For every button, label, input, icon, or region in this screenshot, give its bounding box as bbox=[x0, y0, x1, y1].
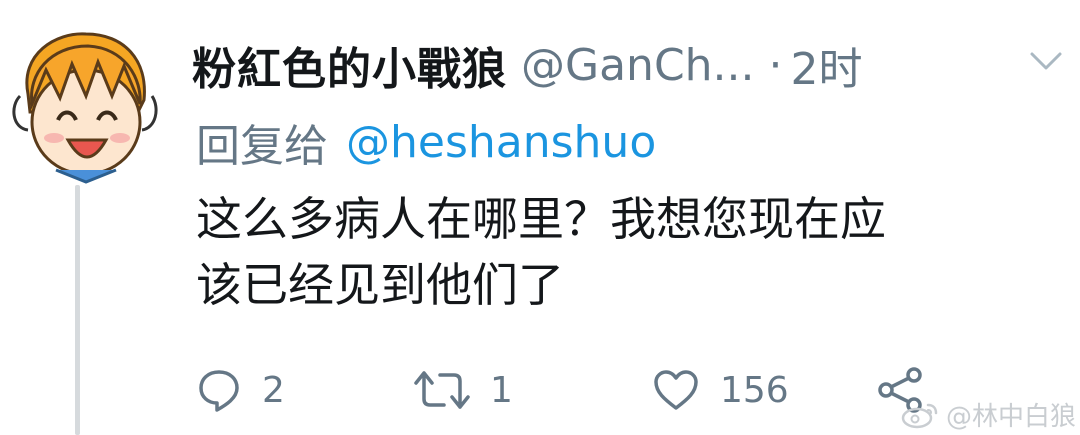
watermark-text: @林中白狼 bbox=[946, 401, 1077, 432]
watermark: @林中白狼 bbox=[900, 396, 1076, 432]
tweet-header: 粉紅色的小戰狼 @GanCh... · 2时 bbox=[192, 30, 1072, 100]
comment-icon bbox=[199, 370, 239, 412]
tweet-text: 这么多病人在哪里？我想您现在应 该已经见到他们了 bbox=[196, 192, 886, 312]
thread-line bbox=[75, 185, 80, 435]
reply-to-user-link[interactable]: @heshanshuo bbox=[346, 117, 656, 168]
like-button[interactable]: 156 bbox=[652, 360, 789, 420]
chevron-down-icon[interactable] bbox=[1026, 46, 1066, 76]
heart-icon bbox=[654, 370, 698, 410]
retweet-icon bbox=[414, 371, 470, 409]
retweet-button[interactable]: 1 bbox=[414, 360, 513, 420]
tweet-actions: 2 1 156 bbox=[196, 360, 936, 420]
avatar[interactable] bbox=[6, 24, 158, 184]
reply-count: 2 bbox=[262, 369, 285, 411]
reply-to-label: 回复给 bbox=[196, 121, 328, 172]
weibo-icon bbox=[901, 403, 938, 429]
tweet: 粉紅色的小戰狼 @GanCh... · 2时 回复给 @heshanshuo 这… bbox=[0, 0, 1080, 435]
reply-to-line: 回复给 @heshanshuo bbox=[196, 110, 656, 174]
reply-button[interactable]: 2 bbox=[196, 360, 285, 420]
author-handle[interactable]: @GanCh... bbox=[521, 40, 755, 91]
separator-dot: · bbox=[768, 39, 783, 91]
like-count: 156 bbox=[720, 369, 789, 411]
retweet-count: 1 bbox=[490, 369, 513, 411]
author-display-name[interactable]: 粉紅色的小戰狼 bbox=[192, 33, 507, 97]
tweet-time[interactable]: 2时 bbox=[791, 33, 863, 97]
